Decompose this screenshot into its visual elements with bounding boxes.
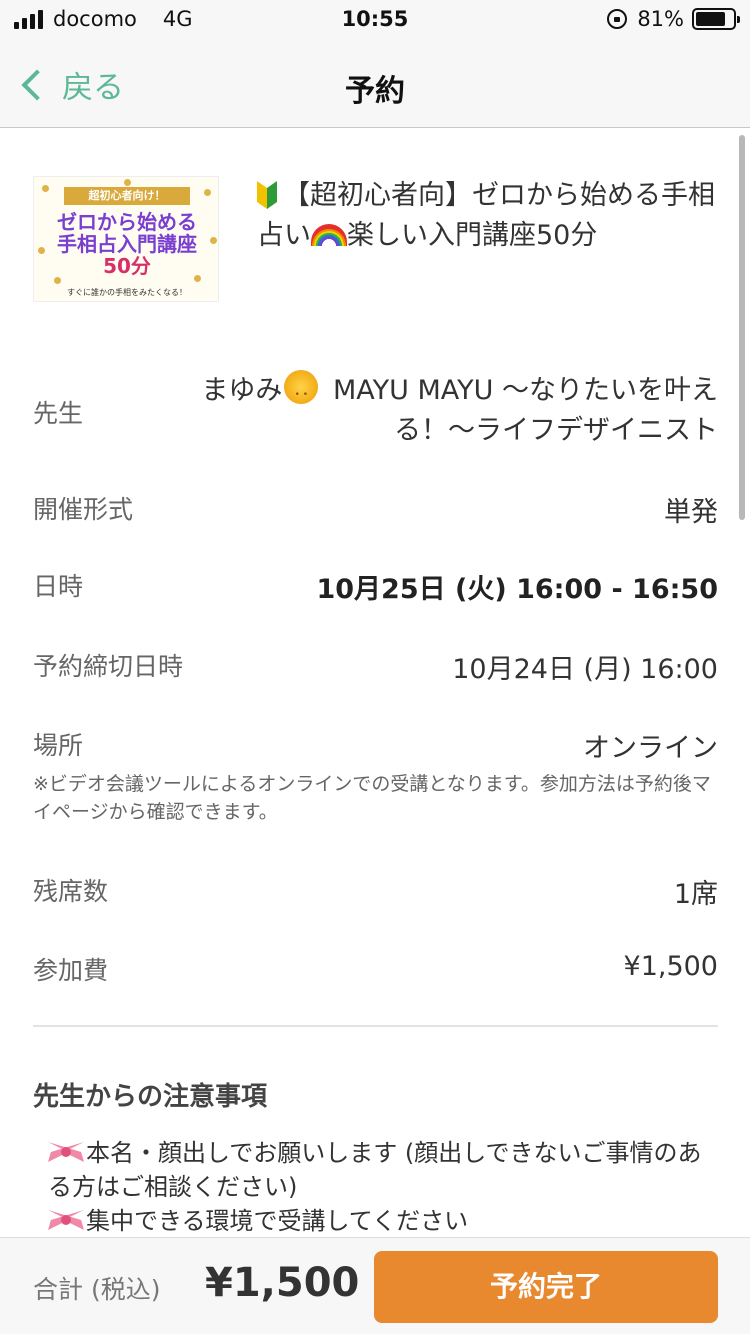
fee-value: ¥1,500 xyxy=(623,951,718,982)
location-label: 場所 xyxy=(33,731,84,760)
notes-body: 本名・顔出しでお願いします (顔出しできないご事情のある方はご相談ください) 集… xyxy=(48,1136,718,1238)
fee-row: 参加費 ¥1,500 xyxy=(33,951,718,987)
rainbow-icon xyxy=(311,224,347,246)
course-thumbnail: 超初心者向け！ ゼロから始める 手相占入門講座 50分 すぐに誰かの手相をみたく… xyxy=(33,176,219,302)
thumbnail-top-text: 超初心者向け！ xyxy=(64,187,190,205)
total-label: 合計 (税込) xyxy=(33,1275,161,1304)
format-value: 単発 xyxy=(664,497,718,528)
note-item: 本名・顔出しでお願いします (顔出しできないご事情のある方はご相談ください) xyxy=(48,1136,718,1204)
thumbnail-line2: 手相占入門講座 xyxy=(57,232,197,256)
deadline-value: 10月24日 (月) 16:00 xyxy=(452,654,718,685)
location-note: ※ビデオ会議ツールによるオンラインでの受講となります。参加方法は予約後マイページ… xyxy=(33,773,711,823)
seats-label: 残席数 xyxy=(33,877,109,906)
teacher-name-part1: まゆみ xyxy=(201,375,283,406)
note-item: 集中できる環境で受講してください xyxy=(48,1204,718,1238)
thumbnail-main-text: ゼロから始める 手相占入門講座 50分 xyxy=(40,211,214,277)
datetime-value: 10月25日 (火) 16:00 - 16:50 xyxy=(316,574,718,605)
scrollbar[interactable] xyxy=(739,135,745,520)
status-bar: docomo 4G 10:55 81% xyxy=(0,0,750,40)
datetime-label: 日時 xyxy=(33,572,84,601)
deadline-row: 予約締切日時 10月24日 (月) 16:00 xyxy=(33,647,718,685)
divider xyxy=(33,1025,718,1027)
format-row: 開催形式 単発 xyxy=(33,490,718,528)
orientation-lock-icon xyxy=(607,9,628,29)
thumbnail-line1: ゼロから始める xyxy=(57,210,197,234)
complete-booking-button[interactable]: 予約完了 xyxy=(374,1251,718,1323)
thumbnail-line3: 50分 xyxy=(103,254,151,278)
navigation-bar: 戻る 予約 xyxy=(0,40,750,128)
checkout-footer: 合計 (税込) ¥1,500 予約完了 xyxy=(0,1237,750,1334)
note-line2: 集中できる環境で受講してください xyxy=(86,1207,469,1235)
course-header: 超初心者向け！ ゼロから始める 手相占入門講座 50分 すぐに誰かの手相をみたく… xyxy=(33,170,723,310)
ribbon-icon xyxy=(48,1139,84,1165)
page-title: 予約 xyxy=(345,74,405,109)
location-row: 場所 オンライン xyxy=(33,726,718,764)
teacher-name: まゆみ MAYU MAYU 〜なりたいを叶える！〜ライフデザイニスト xyxy=(128,370,718,451)
notes-heading: 先生からの注意事項 xyxy=(33,1082,268,1112)
teacher-row: 先生 まゆみ MAYU MAYU 〜なりたいを叶える！〜ライフデザイニスト xyxy=(33,370,718,450)
sun-icon xyxy=(284,370,319,415)
datetime-row: 日時 10月25日 (火) 16:00 - 16:50 xyxy=(33,567,718,605)
fee-label: 参加費 xyxy=(33,956,109,985)
total-value: ¥1,500 xyxy=(205,1260,360,1306)
teacher-name-part2: MAYU MAYU 〜なりたいを叶える！〜ライフデザイニスト xyxy=(332,375,718,446)
ribbon-icon xyxy=(48,1207,84,1233)
course-title-part2: 楽しい入門講座50分 xyxy=(347,220,598,251)
teacher-label: 先生 xyxy=(33,399,84,428)
note-line1: 本名・顔出しでお願いします (顔出しできないご事情のある方はご相談ください) xyxy=(48,1139,702,1201)
format-label: 開催形式 xyxy=(33,495,134,524)
beginner-mark-icon xyxy=(257,181,277,209)
battery-icon xyxy=(692,8,740,30)
course-title: 【超初心者向】ゼロから始める手相占い 楽しい入門講座50分 xyxy=(257,176,717,256)
thumbnail-footer-text: すぐに誰かの手相をみたくなる！ xyxy=(67,288,187,297)
seats-row: 残席数 1席 xyxy=(33,872,718,910)
battery-percent: 81% xyxy=(637,7,684,31)
seats-value: 1席 xyxy=(673,879,718,910)
status-right: 81% xyxy=(607,7,740,31)
location-value: オンライン xyxy=(583,733,718,764)
deadline-label: 予約締切日時 xyxy=(33,652,184,681)
